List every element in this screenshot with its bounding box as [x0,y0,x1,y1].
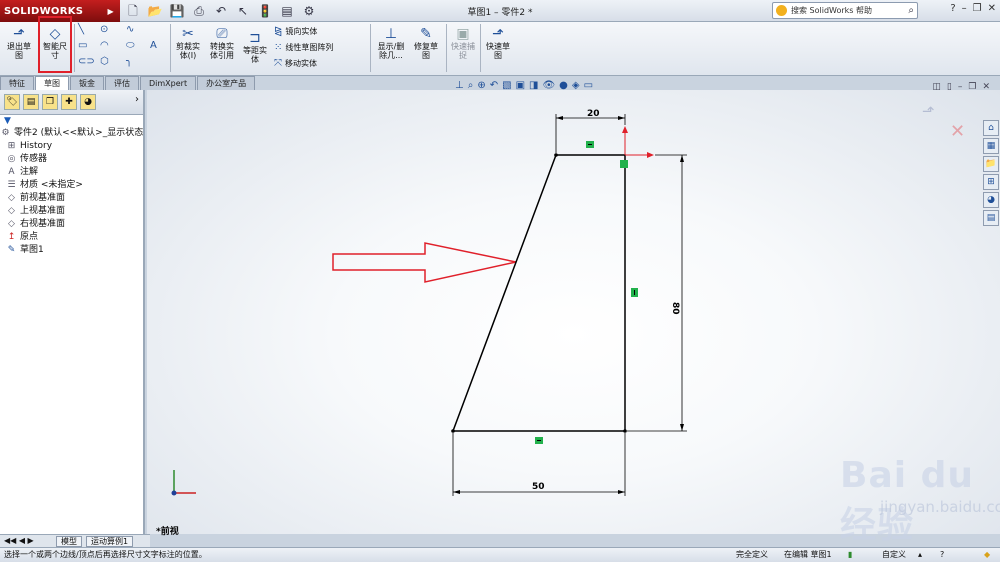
sketch-status: 完全定义 [736,550,768,559]
rebuild-status-icon: ▮ [848,550,853,559]
triad-origin [171,490,177,496]
origin-x-arrow-head [647,152,654,158]
editing-status: 在编辑 草图1 [784,550,832,559]
dimension-arrow [618,116,625,120]
dimension-arrow [680,424,684,431]
origin-y-arrow-head [622,126,628,133]
sketch-profile[interactable] [451,154,626,432]
dimension-arrow [453,490,460,494]
sketch-vertex[interactable] [623,429,627,433]
dimension-arrow [556,116,563,120]
tab-model[interactable]: 模型 [56,536,82,547]
coincident-relation-icon[interactable] [620,160,628,168]
sketch-vertex[interactable] [451,429,455,433]
dimension-top[interactable]: 20 [587,109,600,119]
help-icon[interactable]: ? [940,548,944,562]
dimension-arrow [680,155,684,162]
units-selector[interactable]: 自定义 [882,548,906,562]
status-hint: 选择一个或两个边线/顶点后再选择尺寸文字标注的位置。 [4,550,207,559]
view-orientation-label: *前视 [156,527,179,537]
tab-scroll-arrows[interactable]: ◀◀ ◀ ▶ [4,536,34,545]
chevron-up-icon[interactable]: ▴ [918,548,922,562]
sketch-vertex[interactable] [554,153,558,157]
tab-motion-study[interactable]: 运动算例1 [86,536,134,547]
dimension-arrow [618,490,625,494]
annotation-arrow-icon [332,242,517,283]
dimension-bottom[interactable]: 50 [532,482,545,492]
dimension-right[interactable]: 80 [670,302,680,315]
model-tabs-bar: ◀◀ ◀ ▶ 模型 运动算例1 [0,534,150,547]
notification-icon[interactable]: ◆ [984,548,990,562]
status-bar: 选择一个或两个边线/顶点后再选择尺寸文字标注的位置。 完全定义 在编辑 草图1 … [0,547,1000,562]
watermark-url: jingyan.baidu.com [880,498,1000,516]
